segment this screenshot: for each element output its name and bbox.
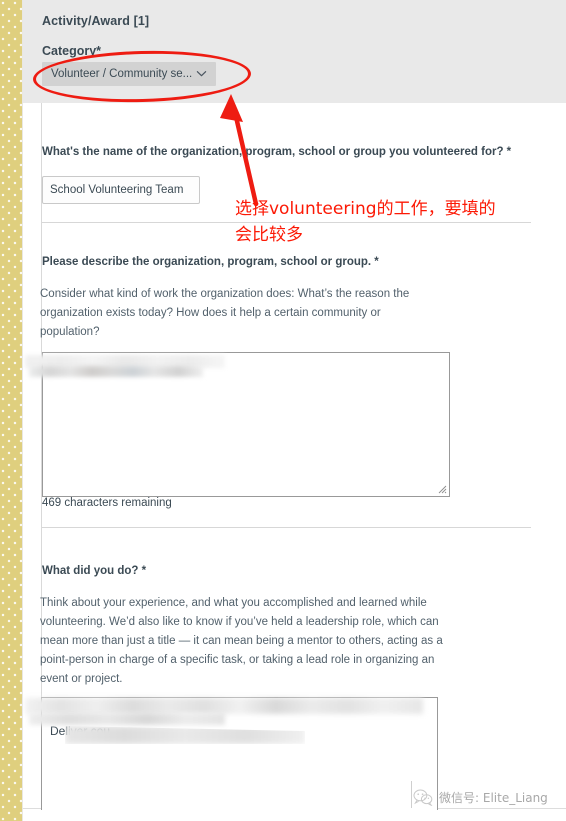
describe-organization-question-label: Please describe the organization, progra…: [42, 256, 379, 268]
what-did-you-do-help-text: Think about your experience, and what yo…: [40, 597, 443, 685]
decorative-left-stripe: [0, 0, 22, 821]
organization-name-question-label: What's the name of the organization, pro…: [42, 146, 512, 158]
chevron-down-icon: [196, 71, 207, 77]
section-divider-2: [42, 527, 531, 528]
describe-organization-help-text: Consider what kind of work the organizat…: [40, 288, 410, 338]
category-select-value: Volunteer / Community se...: [51, 68, 193, 80]
what-did-you-do-value: Deliver cou...: [50, 724, 121, 738]
organization-name-value: School Volunteering Team: [50, 184, 184, 196]
describe-organization-textarea[interactable]: [42, 352, 450, 497]
wechat-icon: [413, 789, 433, 806]
what-did-you-do-textarea[interactable]: Deliver cou...: [41, 697, 438, 810]
form-page: Activity/Award [1] Category* Volunteer /…: [23, 0, 566, 821]
resize-handle-icon[interactable]: [438, 485, 447, 494]
category-select[interactable]: Volunteer / Community se...: [42, 62, 216, 86]
stripe-edge-divider: [22, 0, 23, 821]
what-did-you-do-question-label: What did you do? *: [42, 565, 147, 577]
watermark: 微信号: Elite_Liang: [411, 783, 548, 811]
organization-name-input[interactable]: School Volunteering Team: [42, 176, 200, 204]
annotation-note-line-1: 选择volunteering的工作，要填的: [235, 199, 496, 219]
category-label: Category*: [42, 44, 102, 58]
watermark-text: 微信号: Elite_Liang: [439, 790, 548, 805]
activity-award-title: Activity/Award [1]: [42, 14, 150, 28]
annotation-note: 选择volunteering的工作，要填的 会比较多: [235, 196, 555, 248]
characters-remaining-counter: 469 characters remaining: [42, 497, 172, 509]
annotation-note-line-2: 会比较多: [235, 225, 303, 245]
